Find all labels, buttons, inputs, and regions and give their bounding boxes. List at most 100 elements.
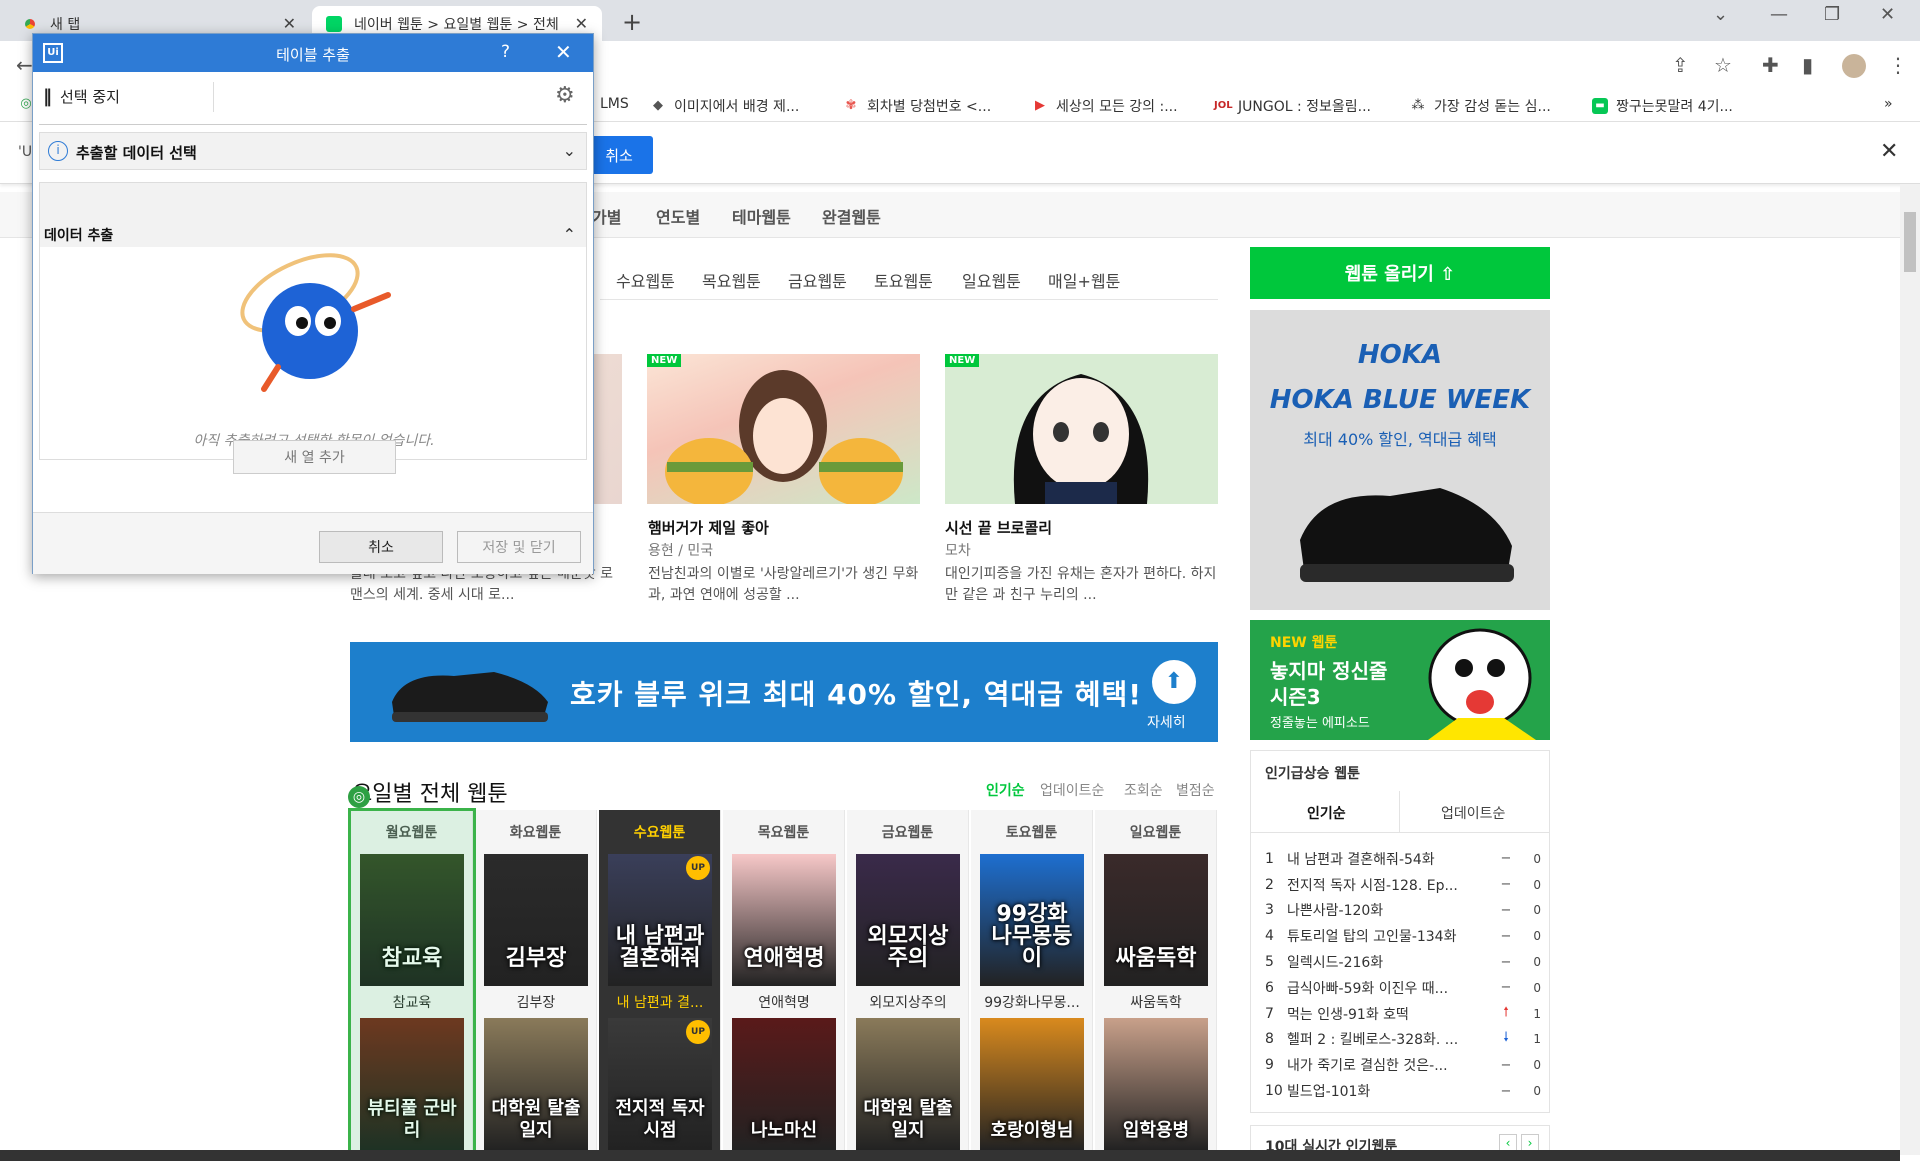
tab-search-icon[interactable]: ⌄ <box>1713 4 1728 25</box>
subnav-theme[interactable]: 테마웹툰 <box>732 204 791 228</box>
chevron-down-icon[interactable]: ⌄ <box>563 141 576 160</box>
webtoon-thumbnail[interactable]: 연애혁명 <box>732 854 836 986</box>
day-column-header[interactable]: 목요웹툰 <box>723 822 844 842</box>
tab-daily-plus[interactable]: 매일+웹툰 <box>1048 268 1120 292</box>
day-column-header[interactable]: 금요웹툰 <box>847 822 968 842</box>
sort-views[interactable]: 조회순 <box>1124 780 1163 800</box>
webtoon-thumbnail[interactable]: 김부장 <box>484 854 588 986</box>
rank-item[interactable]: 8 헬퍼 2 : 킬베로스-328화. ... 🠗 1 <box>1265 1027 1541 1053</box>
rank-item[interactable]: 3 나쁜사람-120화 − 0 <box>1265 898 1541 924</box>
subnav-genre[interactable]: 가별 <box>592 204 621 228</box>
maximize-icon[interactable]: ❐ <box>1824 4 1840 25</box>
rank-tab-popular[interactable]: 인기순 <box>1307 803 1346 823</box>
menu-icon[interactable]: ⋮ <box>1888 53 1908 77</box>
webtoon-thumbnail[interactable]: 외모지상주의 <box>856 854 960 986</box>
featured-thumbnail-3[interactable]: NEW <box>945 354 1218 504</box>
rank-change-icon: − <box>1500 1057 1512 1073</box>
subnav-completed[interactable]: 완결웹툰 <box>822 204 881 228</box>
extension-cancel-button[interactable]: 취소 <box>585 136 653 174</box>
webtoon-thumbnail[interactable]: 싸움독학 <box>1104 854 1208 986</box>
add-column-button[interactable]: 새 열 추가 <box>233 440 396 474</box>
rank-item[interactable]: 5 일렉시드-216화 − 0 <box>1265 949 1541 975</box>
rank-item[interactable]: 1 내 남편과 결혼해줘-54화 − 0 <box>1265 846 1541 872</box>
webtoon-title[interactable]: 외모지상주의 <box>847 992 969 1012</box>
featured-thumbnail-2[interactable]: NEW <box>647 354 920 504</box>
page-scrollbar[interactable] <box>1900 184 1920 1155</box>
day-column-header[interactable]: 토요웹툰 <box>971 822 1092 842</box>
bookmarks-more[interactable]: » <box>1884 96 1893 112</box>
rank-item[interactable]: 7 먹는 인생-91화 호떡 🠕 1 <box>1265 1001 1541 1027</box>
hoka-side-ad[interactable]: HOKA HOKA BLUE WEEK 최대 40% 할인, 역대급 혜택 <box>1250 310 1550 610</box>
close-tab-icon[interactable]: ✕ <box>283 14 296 33</box>
bookmark-lms[interactable]: LMS <box>600 96 629 112</box>
hoka-ad-banner[interactable]: 호카 블루 위크 최대 40% 할인, 역대급 혜택! ⬆ 자세히 <box>350 642 1218 742</box>
help-icon[interactable]: ? <box>501 42 510 62</box>
share-icon[interactable]: ⇪ <box>1672 53 1689 77</box>
bookmark-star-icon[interactable]: ☆ <box>1714 53 1732 77</box>
sort-updated[interactable]: 업데이트순 <box>1040 780 1104 800</box>
back-icon[interactable]: ← <box>16 53 33 77</box>
upload-webtoon-button[interactable]: 웹툰 올리기 ⇧ <box>1250 247 1550 299</box>
scrollbar-thumb[interactable] <box>1904 212 1916 272</box>
webtoon-title[interactable]: 싸움독학 <box>1095 992 1217 1012</box>
window-close-icon[interactable]: ✕ <box>1880 4 1895 25</box>
arrow-up-icon[interactable]: ⬆ <box>1152 660 1196 704</box>
webtoon-title[interactable]: 99강화나무몽... <box>971 992 1093 1012</box>
featured-title-2[interactable]: 햄버거가 제일 좋아 <box>648 517 769 538</box>
new-tab-button[interactable]: + <box>622 8 642 36</box>
profile-avatar[interactable] <box>1842 54 1866 78</box>
target-icon[interactable]: ◎ <box>348 786 370 808</box>
webtoon-thumbnail[interactable]: 호랑이형님 <box>980 1018 1084 1150</box>
webtoon-title[interactable]: 김부장 <box>475 992 597 1012</box>
dialog-close-icon[interactable]: ✕ <box>555 40 572 64</box>
webtoon-thumbnail[interactable]: 99강화 나무몽둥이 <box>980 854 1084 986</box>
bookmark-jungol[interactable]: JOL JUNGOL : 정보올림... <box>1214 96 1371 116</box>
bookmark-emotional[interactable]: ⁂ 가장 감성 돋는 심... <box>1410 96 1551 116</box>
gear-icon[interactable]: ⚙ <box>555 83 575 108</box>
select-data-accordion[interactable]: i 추출할 데이터 선택 ⌄ <box>39 132 587 170</box>
rank-tab-updated[interactable]: 업데이트순 <box>1441 803 1505 823</box>
extensions-icon[interactable]: ✚ <box>1762 53 1779 77</box>
day-column-header[interactable]: 일요웹툰 <box>1095 822 1216 842</box>
extract-data-accordion[interactable]: 데이터 추출 ⌃ <box>39 182 587 248</box>
webtoon-thumbnail[interactable]: 나노마신 <box>732 1018 836 1150</box>
webtoon-thumbnail[interactable]: 내 남편과 결혼해줘 UP <box>608 854 712 986</box>
day-column-header[interactable]: 화요웹툰 <box>475 822 596 842</box>
bookmark-lectures[interactable]: ▶ 세상의 모든 강의 :... <box>1032 96 1178 116</box>
close-tab-icon[interactable]: ✕ <box>575 14 588 33</box>
rank-item[interactable]: 9 내가 죽기로 결심한 것은-... − 0 <box>1265 1052 1541 1078</box>
side-panel-icon[interactable]: ▮ <box>1802 53 1813 77</box>
rank-item[interactable]: 6 급식아빠-59화 이진우 때... − 0 <box>1265 975 1541 1001</box>
tab-saturday[interactable]: 토요웹툰 <box>874 268 933 292</box>
webtoon-thumbnail[interactable]: 입학용병 <box>1104 1018 1208 1150</box>
webtoon-thumbnail[interactable]: 대학원 탈출일지 <box>484 1018 588 1150</box>
tab-thursday[interactable]: 목요웹툰 <box>702 268 761 292</box>
subnav-year[interactable]: 연도별 <box>656 204 700 228</box>
banner-more[interactable]: 자세히 <box>1147 712 1186 732</box>
webtoon-thumbnail[interactable]: 전지적 독자 시점 UP <box>608 1018 712 1150</box>
extension-close-icon[interactable]: ✕ <box>1880 139 1898 164</box>
tab-sunday[interactable]: 일요웹툰 <box>962 268 1021 292</box>
featured-title-3[interactable]: 시선 끝 브로콜리 <box>945 517 1052 538</box>
webtoon-title[interactable]: 연애혁명 <box>723 992 845 1012</box>
stop-selection-button[interactable]: ‖ 선택 중지 <box>43 86 120 107</box>
day-column-header[interactable]: 수요웹툰 <box>599 822 720 842</box>
rank-item[interactable]: 2 전지적 독자 시점-128. Ep... − 0 <box>1265 872 1541 898</box>
sort-popular[interactable]: 인기순 <box>986 780 1025 800</box>
cancel-button[interactable]: 취소 <box>319 531 443 563</box>
rank-item[interactable]: 4 튜토리얼 탑의 고인물-134화 − 0 <box>1265 923 1541 949</box>
save-close-button[interactable]: 저장 및 닫기 <box>457 531 581 563</box>
bookmark-jjangu[interactable]: ▬ 짱구는못말려 4기... <box>1592 96 1733 116</box>
bookmark-lotto[interactable]: ✾ 회차별 당첨번호 <... <box>843 96 992 116</box>
minimize-icon[interactable]: — <box>1770 4 1788 25</box>
sort-rating[interactable]: 별점순 <box>1176 780 1215 800</box>
chevron-up-icon[interactable]: ⌃ <box>563 225 576 244</box>
tab-wednesday[interactable]: 수요웹툰 <box>616 268 675 292</box>
rank-title: 인기급상승 웹툰 <box>1265 766 1361 782</box>
new-webtoon-ad[interactable]: NEW 웹툰 놓지마 정신줄 시즌3 정줄놓는 에피소드 <box>1250 620 1550 740</box>
rank-item[interactable]: 10 빌드업-101화 − 0 <box>1265 1078 1541 1104</box>
tab-friday[interactable]: 금요웹툰 <box>788 268 847 292</box>
webtoon-title[interactable]: 내 남편과 결... <box>599 992 721 1012</box>
webtoon-thumbnail[interactable]: 대학원 탈출일지 <box>856 1018 960 1150</box>
bookmark-image-bg[interactable]: ◆ 이미지에서 배경 제... <box>650 96 799 116</box>
